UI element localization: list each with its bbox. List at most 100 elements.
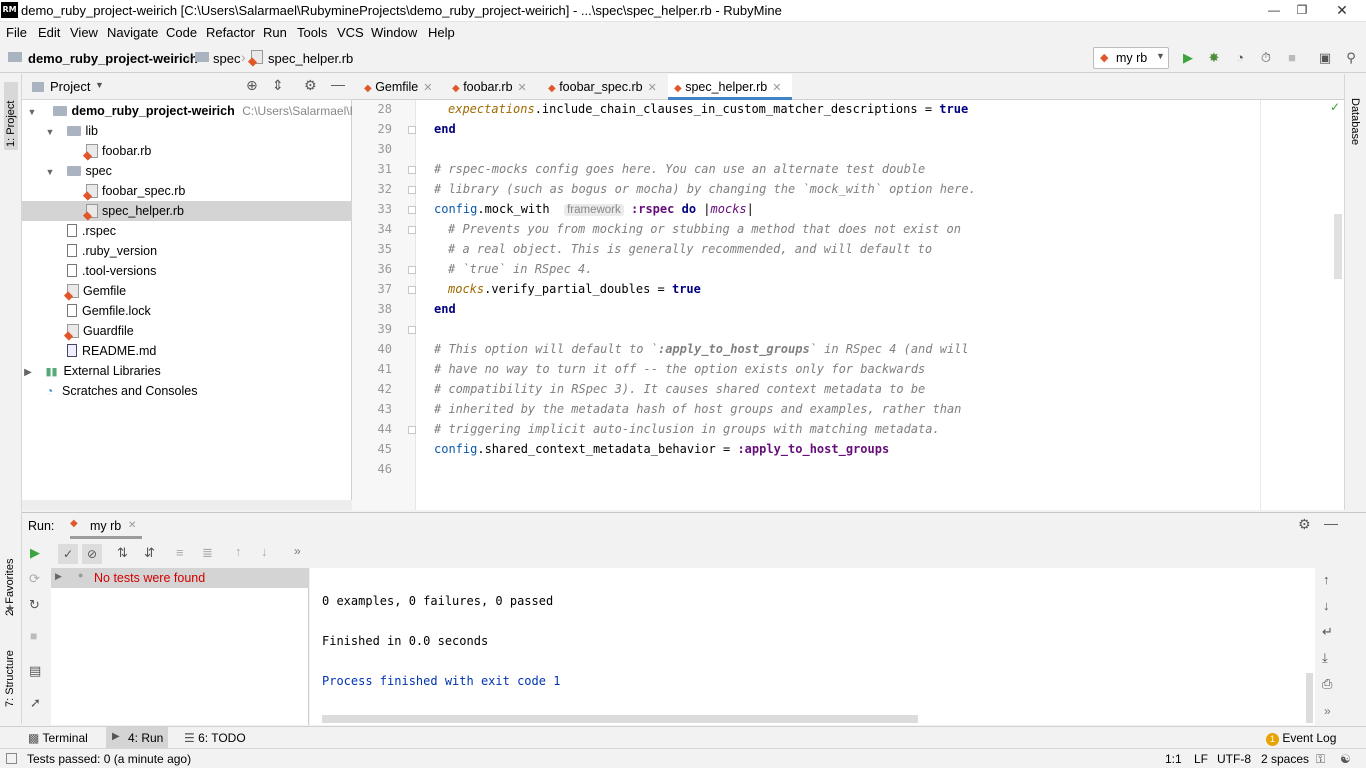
tree-item-tool-versions[interactable]: .tool-versions [22, 261, 352, 281]
maximize-icon[interactable]: ❐ [1288, 0, 1316, 20]
run-icon[interactable]: ▶ [1179, 49, 1197, 67]
show-ignored-icon[interactable]: ⊘ [82, 544, 102, 564]
line-separator[interactable]: LF [1194, 752, 1208, 766]
tab-gemfile[interactable]: ◆ Gemfile ✕ [360, 74, 444, 100]
collapse-all-icon[interactable]: ⇕ [272, 77, 284, 94]
more-icon[interactable]: » [294, 544, 301, 558]
lock-icon[interactable]: ⚿ [1316, 752, 1325, 767]
toggle-auto-test-icon[interactable]: ↻ [29, 597, 40, 613]
code-line[interactable]: # compatibility in RSpec 3). It causes s… [434, 382, 925, 396]
tree-item-ruby-version[interactable]: .ruby_version [22, 241, 352, 261]
close-tab-icon[interactable]: ✕ [423, 82, 432, 94]
tree-item-spec-helper[interactable]: spec_helper.rb [22, 201, 352, 221]
tree-item-external-libraries[interactable]: ▶ ▮▮ External Libraries [22, 361, 352, 381]
project-structure-icon[interactable]: ▣ [1316, 49, 1334, 67]
rerun-failed-icon[interactable]: ⟳ [29, 571, 40, 587]
tab-foobar[interactable]: ◆ foobar.rb ✕ [448, 74, 540, 100]
code-line[interactable]: # have no way to turn it off -- the opti… [434, 362, 925, 376]
tree-item-foobar[interactable]: foobar.rb [22, 141, 352, 161]
tool-window-toggle-icon[interactable] [6, 753, 17, 764]
horizontal-scrollbar[interactable] [322, 715, 918, 723]
close-tab-icon[interactable]: ✕ [772, 82, 781, 94]
code-line[interactable]: mocks.verify_partial_doubles = true [448, 282, 701, 296]
tree-item-lib[interactable]: ▼ lib [22, 121, 352, 141]
layout-icon[interactable]: ▤ [29, 663, 41, 679]
code-line[interactable]: # `true` in RSpec 4. [448, 262, 593, 276]
structure-tool-tab[interactable]: 7: Structure [4, 639, 16, 707]
profile-icon[interactable]: ⏱ [1257, 49, 1275, 67]
code-line[interactable]: config.shared_context_metadata_behavior … [434, 442, 889, 456]
menu-tools[interactable]: Tools [297, 25, 327, 40]
code-line[interactable]: # inherited by the metadata hash of host… [434, 402, 961, 416]
event-log-tool-tab[interactable]: 1 Event Log [1266, 731, 1336, 746]
sort-alphabetically-icon[interactable]: ⇅ [117, 545, 128, 561]
code-line[interactable]: # a real object. This is generally recom… [448, 242, 932, 256]
inspector-icon[interactable]: ☯ [1340, 752, 1351, 766]
code-line[interactable]: # library (such as bogus or mocha) by ch… [434, 182, 976, 196]
menu-run[interactable]: Run [263, 25, 287, 40]
code-line[interactable]: # Prevents you from mocking or stubbing … [448, 222, 961, 236]
tree-item-foobar-spec[interactable]: foobar_spec.rb [22, 181, 352, 201]
previous-failed-icon[interactable]: ↑ [235, 544, 242, 559]
breadcrumb-project[interactable]: demo_ruby_project-weirich [28, 51, 198, 66]
menu-view[interactable]: View [70, 25, 98, 40]
test-tree-item[interactable]: ▶ ● No tests were found [51, 568, 309, 588]
tree-item-project-root[interactable]: ▼ demo_ruby_project-weirich C:\Users\Sal… [22, 101, 378, 121]
project-tool-tab[interactable]: 1: Project [4, 82, 18, 150]
collapse-all-icon[interactable]: ≣ [202, 545, 213, 561]
run-tab-my-rb[interactable]: ◆ my rb ✕ [70, 513, 142, 539]
menu-help[interactable]: Help [428, 25, 455, 40]
horizontal-scrollbar[interactable] [22, 500, 352, 510]
close-tab-icon[interactable]: ✕ [518, 82, 527, 94]
close-tab-icon[interactable]: ✕ [128, 520, 136, 531]
code-line[interactable]: end [434, 122, 456, 136]
console-output[interactable]: 0 examples, 0 failures, 0 passed Finishe… [310, 568, 1315, 725]
scroll-to-end-icon[interactable]: ⤓ [1322, 650, 1328, 666]
todo-tool-tab[interactable]: ☰ 6: TODO [184, 731, 246, 745]
run-config-selector[interactable]: ◆ my rb ▼ [1093, 47, 1169, 69]
code-line[interactable]: expectations.include_chain_clauses_in_cu… [448, 102, 968, 116]
code-line[interactable]: end [434, 302, 456, 316]
locate-icon[interactable]: ⊕ [246, 77, 258, 94]
menu-navigate[interactable]: Navigate [107, 25, 158, 40]
vertical-scrollbar[interactable] [1334, 214, 1342, 279]
file-encoding[interactable]: UTF-8 [1217, 752, 1251, 766]
tree-item-gemfile-lock[interactable]: Gemfile.lock [22, 301, 352, 321]
terminal-tool-tab[interactable]: ▩ Terminal [28, 731, 88, 745]
chevron-down-icon[interactable]: ▼ [95, 80, 104, 90]
tree-item-scratches[interactable]: ◔ Scratches and Consoles [22, 381, 352, 401]
fold-marker-icon[interactable] [408, 266, 416, 274]
fold-marker-icon[interactable] [408, 426, 416, 434]
fold-marker-icon[interactable] [408, 206, 416, 214]
tree-item-guardfile[interactable]: Guardfile [22, 321, 352, 341]
fold-marker-icon[interactable] [408, 326, 416, 334]
expand-all-icon[interactable]: ≡ [176, 545, 184, 560]
run-tool-tab[interactable]: ▶ 4: Run [106, 727, 168, 749]
fold-marker-icon[interactable] [408, 186, 416, 194]
code-line[interactable]: config.mock_with framework :rspec do |mo… [434, 202, 754, 216]
hide-icon[interactable]: — [1324, 515, 1338, 531]
up-arrow-icon[interactable]: ↑ [1323, 572, 1330, 587]
tree-item-gemfile[interactable]: Gemfile [22, 281, 352, 301]
tree-item-rspec[interactable]: .rspec [22, 221, 352, 241]
debug-icon[interactable]: ✸ [1205, 49, 1223, 67]
fold-marker-icon[interactable] [408, 286, 416, 294]
stop-icon[interactable]: ■ [1283, 49, 1301, 67]
caret-position[interactable]: 1:1 [1165, 752, 1182, 766]
gear-icon[interactable]: ⚙ [1298, 516, 1311, 533]
project-view-selector[interactable]: Project [50, 79, 90, 94]
rerun-icon[interactable]: ▶ [30, 545, 40, 561]
code-line[interactable]: # This option will default to `:apply_to… [434, 342, 969, 356]
menu-code[interactable]: Code [166, 25, 197, 40]
menu-window[interactable]: Window [371, 25, 417, 40]
fold-marker-icon[interactable] [408, 166, 416, 174]
stop-icon[interactable]: ■ [30, 629, 37, 643]
pin-icon[interactable]: ➚ [30, 695, 41, 711]
breadcrumb-spec[interactable]: spec [213, 51, 240, 66]
tree-item-readme[interactable]: README.md [22, 341, 352, 361]
more-icon[interactable]: » [1324, 704, 1331, 718]
soft-wrap-icon[interactable]: ↵ [1322, 624, 1333, 640]
search-icon[interactable]: ⚲ [1342, 49, 1360, 67]
close-icon[interactable]: ✕ [1322, 0, 1362, 20]
minimize-icon[interactable]: — [1260, 0, 1288, 20]
